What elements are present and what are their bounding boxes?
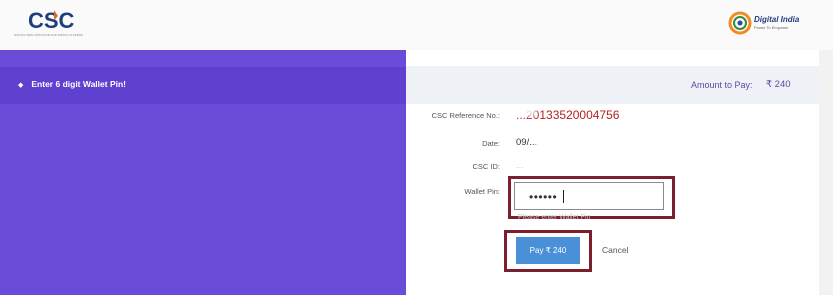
payment-panel: Amount to Pay: ₹ 240 CSC Reference No.: … <box>406 50 819 295</box>
digital-india-logo: Digital India Power To Empower <box>728 5 828 39</box>
pay-button[interactable]: Pay ₹ 240 <box>516 237 580 264</box>
redaction-blur <box>514 156 554 170</box>
left-panel: ◆ Enter 6 digit Wallet Pin! <box>0 50 406 295</box>
text-caret <box>563 190 564 203</box>
digital-india-tagline: Power To Empower <box>754 25 789 30</box>
instruction-text: Enter 6 digit Wallet Pin! <box>31 79 126 89</box>
date-label: Date: <box>482 139 500 148</box>
page-gutter <box>819 50 833 295</box>
csc-logo: CSC DIGITAL INDIA INITIATIVE FOR INDIA'S… <box>14 6 94 38</box>
digital-india-title: Digital India <box>754 15 800 24</box>
date-value: 09/... <box>516 137 538 148</box>
diamond-icon: ◆ <box>18 82 24 89</box>
wallet-pin-masked-value: •••••• <box>529 190 558 204</box>
csc-logo-text: CSC <box>28 8 75 33</box>
csc-id-label: CSC ID: <box>472 162 500 171</box>
wallet-pin-instruction: ◆ Enter 6 digit Wallet Pin! <box>18 79 126 89</box>
wallet-pin-label: Wallet Pin: <box>464 187 500 196</box>
wallet-pin-input[interactable]: •••••• <box>514 182 664 210</box>
amount-value: ₹ 240 <box>766 79 791 90</box>
csc-tagline: DIGITAL INDIA INITIATIVE FOR INDIA'S CIT… <box>14 33 83 37</box>
redaction-blur <box>536 134 586 148</box>
amount-label: Amount to Pay: <box>691 80 753 90</box>
page-header: CSC DIGITAL INDIA INITIATIVE FOR INDIA'S… <box>0 0 833 50</box>
wallet-pin-hint: Please enter Wallet Pin <box>518 214 591 221</box>
amount-band <box>406 66 819 104</box>
redaction-blur <box>514 106 536 116</box>
cancel-link[interactable]: Cancel <box>602 245 628 255</box>
reference-label: CSC Reference No.: <box>431 111 500 120</box>
